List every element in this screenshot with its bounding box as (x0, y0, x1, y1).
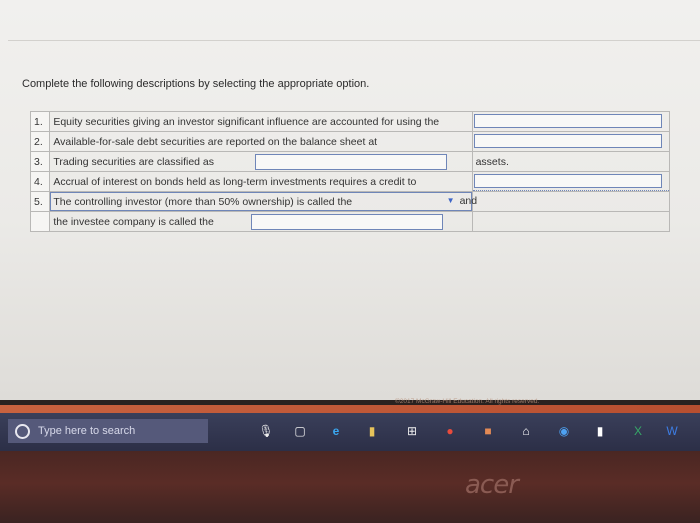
taskbar-search[interactable]: Type here to search (8, 419, 208, 443)
question-text: Available-for-sale debt securities are r… (49, 131, 473, 152)
cortana-icon (15, 423, 30, 439)
chrome-icon[interactable]: ● (442, 423, 458, 439)
windows-store-icon[interactable]: ⊞ (404, 423, 420, 439)
answer-dropdown-2[interactable] (473, 134, 662, 148)
microphone-icon[interactable]: 🎙 (258, 423, 274, 439)
table-row: 2. Available-for-sale debt securities ar… (29, 131, 671, 152)
store-icon[interactable]: ▮ (364, 423, 380, 439)
answer-cell (471, 211, 671, 232)
answer-dropdown-6[interactable] (250, 213, 443, 230)
search-placeholder: Type here to search (38, 425, 136, 437)
question-label: The controlling investor (more than 50% … (53, 195, 353, 208)
table-row: the investee company is called the (29, 211, 671, 232)
table-row: 5. The controlling investor (more than 5… (29, 191, 671, 212)
answer-cell (471, 171, 671, 192)
app-icon[interactable]: ■ (480, 423, 496, 439)
chevron-down-icon[interactable]: ▼ (443, 194, 459, 208)
divider (8, 40, 700, 41)
answer-cell: assets. (471, 151, 671, 172)
edge-icon[interactable]: e (328, 423, 344, 439)
question-label: Available-for-sale debt securities are r… (53, 135, 378, 148)
word-icon[interactable]: W (664, 423, 680, 439)
browser-page: Complete the following descriptions by s… (0, 0, 700, 400)
table-row: 4. Accrual of interest on bonds held as … (29, 171, 671, 192)
question-text: Equity securities giving an investor sig… (49, 111, 473, 132)
copyright-text: ©2017 McGraw-Hill Education. All rights … (395, 398, 540, 405)
row-number: 4. (29, 171, 51, 192)
task-view-icon[interactable]: ▢ (292, 423, 308, 439)
question-text: The controlling investor (more than 50% … (49, 191, 473, 212)
answer-suffix: and (459, 195, 478, 207)
answer-suffix: assets. (475, 155, 509, 168)
question-label: the investee company is called the (53, 215, 214, 228)
brand-logo: acer (465, 470, 519, 500)
question-label: Trading securities are classified as (53, 155, 215, 168)
instructions-text: Complete the following descriptions by s… (22, 78, 370, 90)
laptop-bezel (0, 451, 700, 523)
home-icon[interactable]: ⌂ (518, 423, 534, 439)
answer-cell: ▼ and (447, 191, 671, 212)
excel-icon[interactable]: X (630, 423, 646, 439)
row-number (29, 211, 51, 232)
media-icon[interactable]: ◉ (556, 423, 572, 439)
taskbar: Type here to search 🎙 ▢ e ▮ ⊞ ● ■ ⌂ ◉ ▮ … (0, 413, 700, 451)
answer-dropdown-3[interactable] (254, 153, 447, 170)
row-number: 1. (29, 111, 51, 132)
app-icon-2[interactable]: ▮ (592, 423, 608, 439)
question-table: 1. Equity securities giving an investor … (29, 111, 671, 232)
answer-dropdown-4[interactable] (473, 174, 662, 188)
screen-edge (0, 405, 700, 413)
question-text: the investee company is called the (49, 211, 473, 232)
table-row: 3. Trading securities are classified as … (29, 151, 671, 172)
row-number: 5. (29, 191, 51, 212)
table-row: 1. Equity securities giving an investor … (29, 111, 671, 132)
answer-cell (471, 131, 671, 152)
row-number: 2. (29, 131, 51, 152)
answer-cell (471, 111, 671, 132)
question-text: Accrual of interest on bonds held as lon… (49, 171, 473, 192)
answer-dropdown-1[interactable] (473, 114, 662, 128)
question-text: Trading securities are classified as (49, 151, 473, 172)
row-number: 3. (29, 151, 51, 172)
question-label: Accrual of interest on bonds held as lon… (53, 175, 417, 188)
